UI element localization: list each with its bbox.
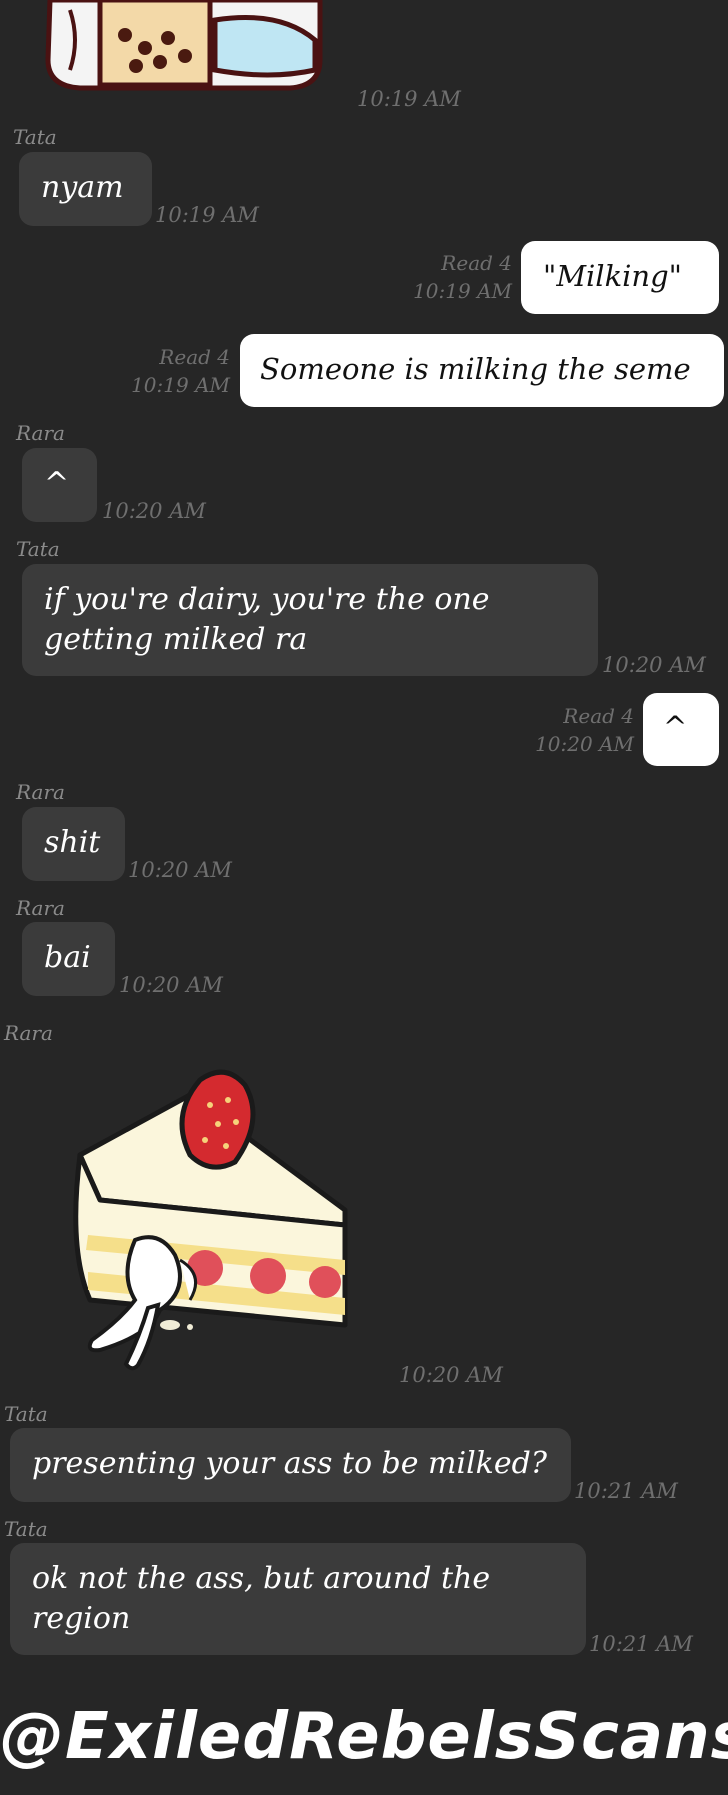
message-text: ^	[663, 710, 688, 744]
sender-name: Rara	[16, 780, 65, 804]
read-receipt: Read 4	[441, 251, 512, 275]
message-text-line: if you're dairy, you're the one	[44, 582, 490, 617]
message-text-line: getting milked ra	[44, 622, 308, 657]
message-text: shit	[44, 825, 101, 860]
message-bubble[interactable]: ok not the ass, but around the region	[10, 1543, 586, 1655]
message-bubble[interactable]: bai	[22, 922, 115, 996]
timestamp: 10:19 AM	[413, 279, 512, 303]
message-bubble[interactable]: ^	[643, 693, 719, 766]
message-text: "Milking"	[543, 259, 683, 293]
message-text: ^	[44, 466, 70, 501]
timestamp: 10:21 AM	[574, 1479, 678, 1503]
message-bubble[interactable]: presenting your ass to be milked?	[10, 1428, 571, 1502]
sender-name: Rara	[16, 896, 65, 920]
timestamp: 10:20 AM	[535, 732, 634, 756]
message-bubble[interactable]: shit	[22, 807, 125, 881]
timestamp: 10:20 AM	[102, 499, 206, 523]
sender-name: Rara	[16, 421, 65, 445]
message-text-line: region	[32, 1601, 131, 1636]
message-text-line: ok not the ass, but around the	[32, 1561, 491, 1596]
message-text: nyam	[41, 170, 124, 205]
timestamp: 10:20 AM	[602, 653, 706, 677]
message-text: presenting your ass to be milked?	[32, 1446, 547, 1481]
sender-name: Tata	[4, 1402, 48, 1426]
boba-sticker	[40, 0, 325, 92]
message-text: bai	[44, 940, 91, 975]
message-bubble[interactable]: ^	[22, 448, 97, 522]
timestamp: 10:21 AM	[589, 1632, 693, 1656]
cake-bunny-sticker[interactable]	[40, 1060, 360, 1380]
timestamp: 10:19 AM	[155, 203, 259, 227]
timestamp: 10:20 AM	[399, 1363, 503, 1387]
sender-name: Tata	[16, 537, 60, 561]
message-bubble[interactable]: Someone is milking the seme	[240, 334, 724, 407]
sender-name: Rara	[4, 1021, 53, 1045]
read-receipt: Read 4	[563, 704, 634, 728]
watermark: @ExiledRebelsScans	[0, 1700, 728, 1774]
timestamp: 10:19 AM	[131, 373, 230, 397]
sender-name: Tata	[4, 1517, 48, 1541]
timestamp: 10:20 AM	[128, 858, 232, 882]
message-text: Someone is milking the seme	[260, 352, 691, 386]
timestamp: 10:20 AM	[119, 973, 223, 997]
sender-name: Tata	[13, 125, 57, 149]
message-bubble[interactable]: "Milking"	[521, 241, 719, 314]
message-bubble[interactable]: if you're dairy, you're the one getting …	[22, 564, 598, 676]
message-bubble[interactable]: nyam	[19, 152, 152, 226]
timestamp: 10:19 AM	[357, 87, 461, 111]
read-receipt: Read 4	[159, 345, 230, 369]
